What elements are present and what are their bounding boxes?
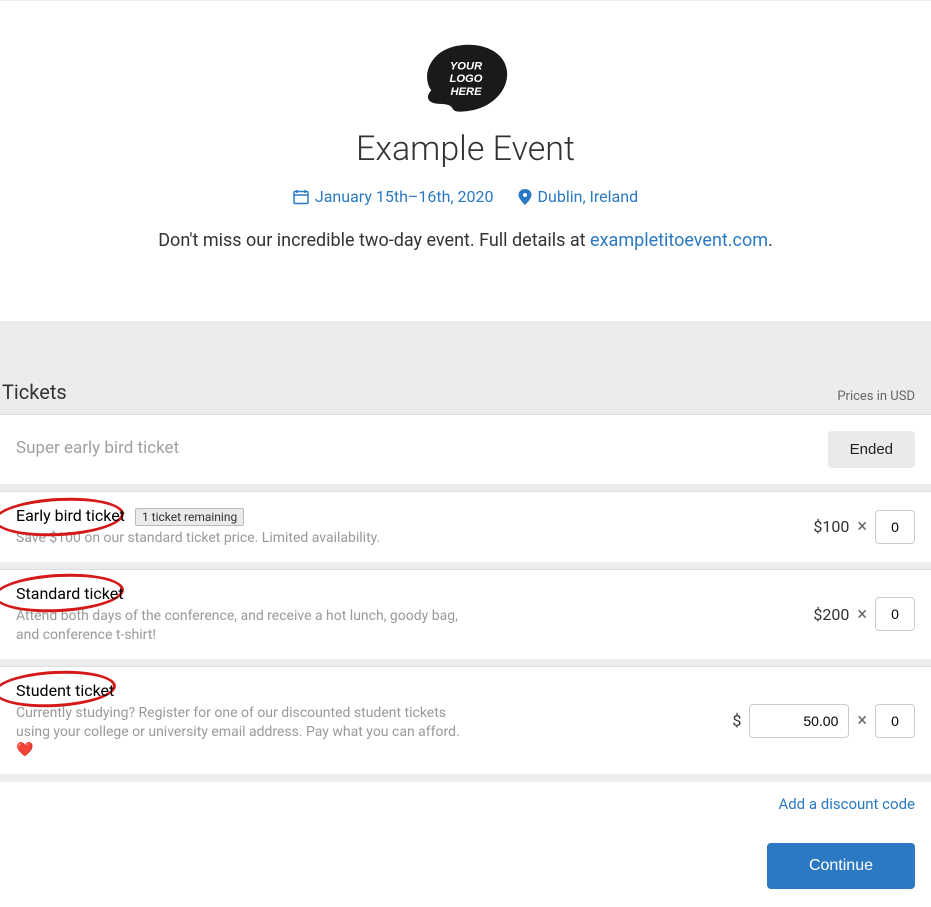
svg-text:HERE: HERE (450, 86, 482, 98)
ticket-row-super-early: Super early bird ticket Ended (0, 414, 931, 485)
tickets-section: Tickets Prices in USD Super early bird t… (0, 322, 931, 907)
continue-button[interactable]: Continue (767, 843, 915, 889)
event-desc-suffix: . (768, 230, 773, 251)
event-desc-prefix: Don't miss our incredible two-day event.… (158, 230, 590, 251)
ticket-row-student: Student ticket Currently studying? Regis… (0, 666, 931, 776)
price-input-student[interactable] (749, 704, 849, 738)
location-icon (518, 189, 532, 205)
event-title: Example Event (20, 129, 911, 169)
event-location-text: Dublin, Ireland (538, 187, 639, 206)
tickets-remaining-badge: 1 ticket remaining (135, 508, 244, 526)
ticket-price-standard: $200 (813, 605, 849, 624)
ticket-name-early-bird: Early bird ticket (16, 506, 125, 525)
event-date: January 15th–16th, 2020 (293, 187, 494, 206)
ticket-name-student: Student ticket (16, 681, 114, 700)
qty-input-student[interactable] (875, 704, 915, 738)
event-date-text: January 15th–16th, 2020 (315, 187, 494, 206)
ticket-row-early-bird: Early bird ticket 1 ticket remaining Sav… (0, 491, 931, 563)
svg-text:YOUR: YOUR (449, 60, 481, 72)
logo-placeholder: YOUR LOGO HERE (418, 39, 514, 119)
qty-input-standard[interactable] (875, 597, 915, 631)
ticket-price-early-bird: $100 (813, 517, 849, 536)
ended-button: Ended (828, 431, 915, 468)
ticket-desc-standard: Attend both days of the conference, and … (16, 607, 476, 645)
add-discount-link[interactable]: Add a discount code (778, 795, 915, 813)
times-icon: × (857, 516, 867, 537)
svg-text:LOGO: LOGO (449, 73, 482, 85)
event-description: Don't miss our incredible two-day event.… (20, 230, 911, 251)
tickets-header: Tickets Prices in USD (0, 380, 931, 414)
discount-row: Add a discount code (0, 781, 931, 825)
ticket-desc-early-bird: Save $100 on our standard ticket price. … (16, 529, 476, 548)
event-meta: January 15th–16th, 2020 Dublin, Ireland (20, 187, 911, 206)
event-location: Dublin, Ireland (518, 187, 639, 206)
calendar-icon (293, 189, 309, 205)
ticket-desc-student: Currently studying? Register for one of … (16, 704, 476, 761)
event-desc-link[interactable]: exampletitoevent.com (590, 230, 768, 251)
continue-row: Continue (0, 825, 931, 907)
currency-symbol: $ (732, 711, 741, 730)
times-icon: × (857, 710, 867, 731)
ticket-name-super-early: Super early bird ticket (16, 438, 179, 458)
times-icon: × (857, 604, 867, 625)
ticket-name-standard: Standard ticket (16, 584, 123, 603)
event-hero: YOUR LOGO HERE Example Event January 15t… (0, 0, 931, 322)
qty-input-early-bird[interactable] (875, 510, 915, 544)
currency-note: Prices in USD (837, 389, 915, 404)
ticket-row-standard: Standard ticket Attend both days of the … (0, 569, 931, 660)
tickets-heading: Tickets (2, 380, 67, 404)
